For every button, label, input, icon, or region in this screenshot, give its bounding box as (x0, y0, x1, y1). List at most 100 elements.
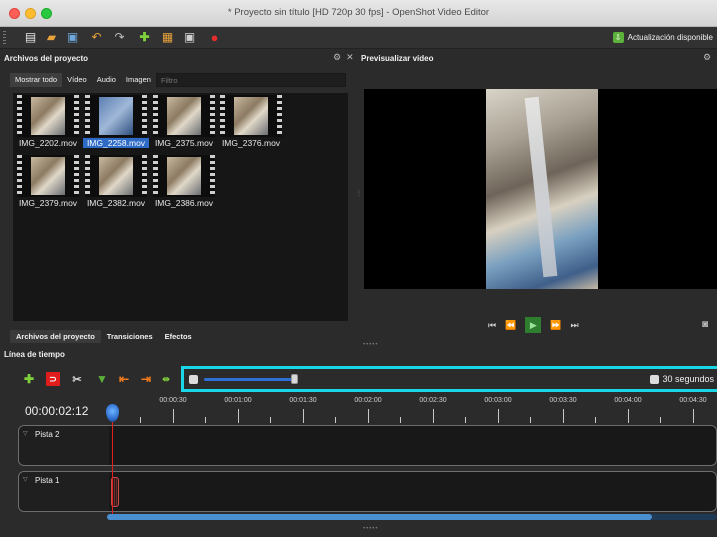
project-files-dock-buttons: ⚙ ✕ (333, 52, 354, 63)
file-name: IMG_2376.mov (221, 138, 281, 148)
update-label: Actualización disponible (627, 33, 713, 42)
jump-end-icon[interactable]: ⏭ (571, 320, 579, 331)
fullscreen-icon[interactable]: ▣ (183, 31, 196, 44)
vertical-splitter[interactable]: ⋮ (356, 190, 363, 197)
file-name: IMG_2386.mov (154, 198, 214, 208)
tab-transitions[interactable]: Transiciones (101, 330, 159, 343)
toolbar-grip[interactable] (3, 31, 6, 45)
file-item[interactable]: IMG_2258.mov (83, 93, 149, 155)
file-name: IMG_2379.mov (18, 198, 78, 208)
filter-video-tab[interactable]: Vídeo (62, 73, 92, 87)
preview-float-icon[interactable]: ⚙ (703, 52, 711, 63)
track-collapse-icon[interactable]: ▽ (23, 476, 28, 483)
ruler-label: 00:02:30 (419, 397, 447, 404)
file-item[interactable]: IMG_2202.mov (15, 93, 81, 155)
project-files-title: Archivos del proyecto (4, 54, 89, 63)
track-name: Pista 2 (35, 430, 60, 439)
import-files-icon[interactable]: ✚ (138, 31, 151, 44)
open-project-icon[interactable]: ▰ (45, 31, 58, 44)
file-thumbnail (153, 95, 215, 137)
track-collapse-icon[interactable]: ▽ (23, 430, 28, 437)
ruler-label: 00:00:30 (159, 397, 187, 404)
play-button[interactable]: ▶ (525, 317, 542, 333)
title-bar: * Proyecto sin título [HD 720p 30 fps] -… (0, 0, 717, 27)
save-project-icon[interactable]: ▣ (66, 31, 79, 44)
snapping-icon[interactable]: ⊃ (46, 372, 60, 386)
float-dock-icon[interactable]: ⚙ (333, 52, 341, 62)
file-name: IMG_2258.mov (83, 138, 149, 148)
file-thumbnail (85, 155, 147, 197)
track-header: ▽ Pista 2 (19, 426, 109, 465)
file-thumbnail (153, 155, 215, 197)
zoom-control: 30 segundos (181, 366, 717, 392)
ruler-label: 00:01:30 (289, 397, 317, 404)
track-2[interactable]: ▽ Pista 2 (18, 425, 717, 466)
file-item[interactable]: IMG_2375.mov (151, 93, 217, 155)
zoom-slider-track[interactable] (204, 378, 294, 381)
file-item[interactable]: IMG_2382.mov (83, 153, 149, 215)
jump-start-icon[interactable]: ⏮ (488, 320, 496, 331)
close-dock-icon[interactable]: ✕ (346, 52, 354, 62)
file-item[interactable]: IMG_2386.mov (151, 153, 217, 215)
fast-forward-icon[interactable]: ⏩ (550, 320, 561, 331)
zoom-out-icon[interactable] (189, 375, 198, 384)
ruler-label: 00:04:30 (679, 397, 707, 404)
file-name: IMG_2202.mov (18, 138, 78, 148)
timeline-ruler[interactable]: 00:00:30 00:01:00 00:01:30 00:02:00 00:0… (110, 397, 717, 423)
track-name: Pista 1 (35, 476, 60, 485)
next-marker-icon[interactable]: ⇥ (139, 372, 153, 386)
new-project-icon[interactable]: ▤ (24, 31, 37, 44)
file-thumbnail (220, 95, 282, 137)
ruler-label: 00:02:00 (354, 397, 382, 404)
dock-tabs: Archivos del proyecto Transiciones Efect… (10, 330, 198, 343)
file-thumbnail (85, 95, 147, 137)
zoom-label: 30 segundos (662, 374, 714, 384)
timecode-display: 00:00:02:12 (25, 404, 89, 418)
tab-effects[interactable]: Efectos (159, 330, 198, 343)
undo-icon[interactable]: ↶ (90, 31, 103, 44)
playback-controls: ⏮ ⏪ ▶ ⏩ ⏭ (488, 317, 579, 333)
horizontal-splitter[interactable]: ••••• (363, 342, 379, 348)
center-playhead-icon[interactable]: ⇹ (159, 372, 173, 386)
zoom-slider-handle[interactable] (291, 374, 298, 384)
file-thumbnail (17, 155, 79, 197)
filter-input[interactable] (155, 73, 346, 87)
file-item[interactable]: IMG_2379.mov (15, 153, 81, 215)
file-item[interactable]: IMG_2376.mov (218, 93, 284, 155)
tab-project-files[interactable]: Archivos del proyecto (10, 330, 101, 343)
main-toolbar: ▤ ▰ ▣ ↶ ↷ ✚ ▦ ▣ ● ⇩ Actualización dispon… (0, 27, 717, 49)
add-track-icon[interactable]: ✚ (22, 372, 36, 386)
timeline-title: Línea de tiempo (4, 350, 65, 359)
file-thumbnail (17, 95, 79, 137)
choose-profile-icon[interactable]: ▦ (161, 31, 174, 44)
filter-show-all-tab[interactable]: Mostrar todo (10, 73, 63, 87)
file-name: IMG_2375.mov (154, 138, 214, 148)
timeline-scrollbar-thumb[interactable] (107, 514, 652, 520)
file-name: IMG_2382.mov (86, 198, 146, 208)
filter-audio-tab[interactable]: Audio (92, 73, 121, 87)
previous-marker-icon[interactable]: ⇤ (117, 372, 131, 386)
ruler-label: 00:03:30 (549, 397, 577, 404)
track-header: ▽ Pista 1 (19, 472, 109, 511)
filter-bar: Mostrar todo Vídeo Audio Imagen (10, 73, 346, 87)
filter-image-tab[interactable]: Imagen (121, 73, 156, 87)
update-icon: ⇩ (612, 32, 624, 43)
export-video-icon[interactable]: ● (208, 31, 221, 44)
ruler-label: 00:01:00 (224, 397, 252, 404)
razor-icon[interactable]: ✂ (70, 372, 84, 386)
rewind-icon[interactable]: ⏪ (505, 320, 516, 331)
playhead-line (112, 420, 113, 520)
update-available[interactable]: ⇩ Actualización disponible (612, 31, 713, 44)
bottom-splitter[interactable]: ••••• (363, 526, 379, 532)
add-marker-icon[interactable]: ▼ (95, 372, 109, 386)
project-files-list[interactable]: IMG_2202.mov IMG_2258.mov IMG_2375.mov I… (13, 93, 348, 321)
window-title: * Proyecto sin título [HD 720p 30 fps] -… (227, 7, 490, 18)
video-preview (364, 89, 717, 289)
track-1[interactable]: ▽ Pista 1 (18, 471, 717, 512)
redo-icon[interactable]: ↷ (113, 31, 126, 44)
camera-icon[interactable]: ◙ (702, 319, 708, 330)
ruler-label: 00:03:00 (484, 397, 512, 404)
preview-title: Previsualizar vídeo (361, 54, 434, 63)
ruler-label: 00:04:00 (614, 397, 642, 404)
zoom-in-icon[interactable] (650, 375, 659, 384)
